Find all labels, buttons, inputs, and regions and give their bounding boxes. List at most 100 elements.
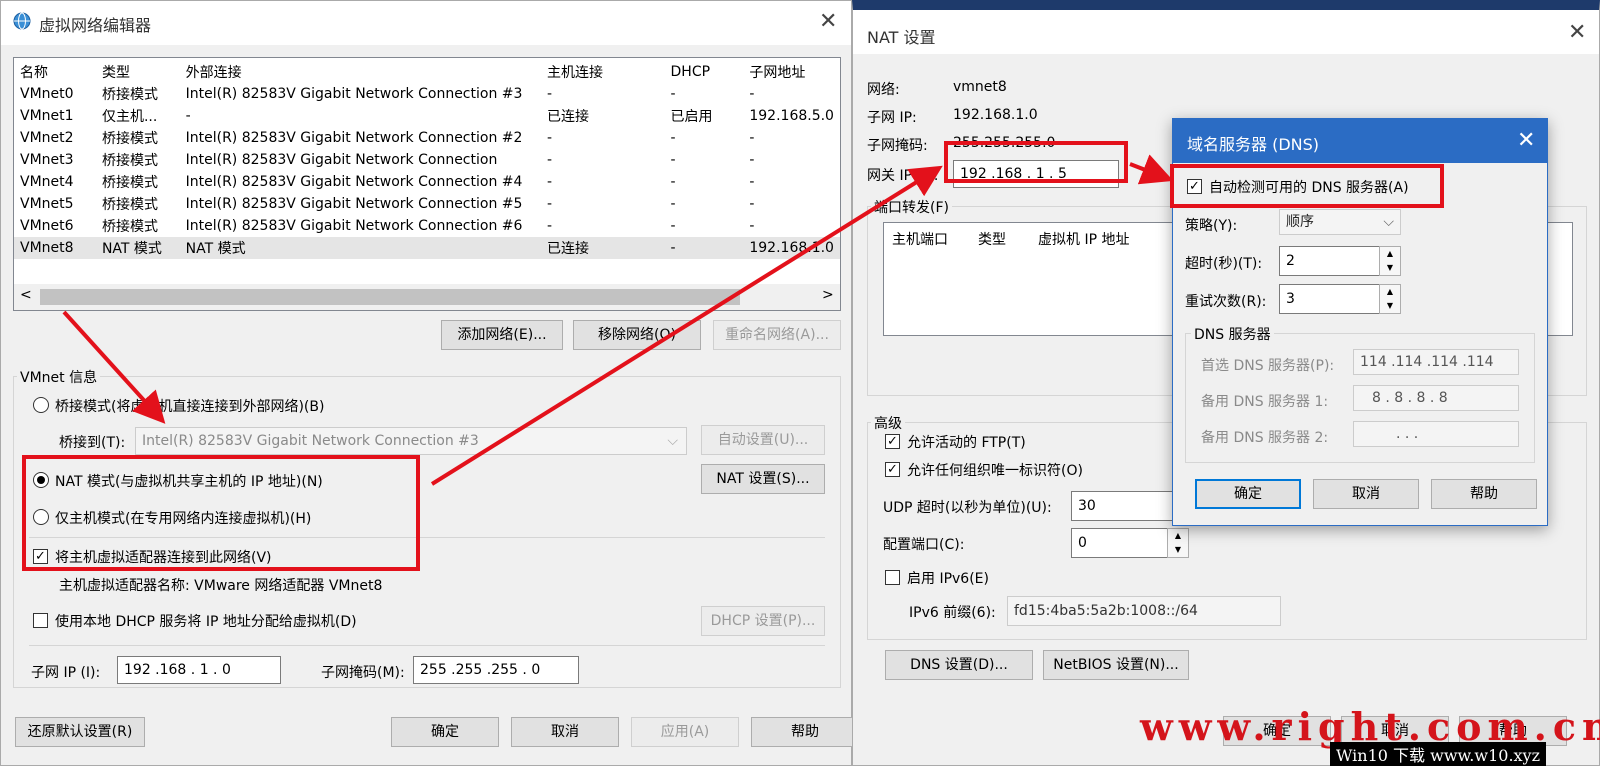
- allow-ftp-label[interactable]: 允许活动的 FTP(T): [907, 432, 1026, 452]
- pf-column-header[interactable]: 类型: [978, 229, 1006, 249]
- dhcp-settings-button[interactable]: DHCP 设置(P)...: [701, 606, 825, 636]
- table-cell: VMnet6: [20, 218, 74, 234]
- enable-ipv6-checkbox[interactable]: [885, 570, 900, 585]
- table-cell: -: [670, 196, 676, 212]
- alt1-dns-field[interactable]: 8 . 8 . 8 . 8: [1353, 385, 1519, 411]
- ok-button[interactable]: 确定: [391, 717, 499, 747]
- auto-settings-button[interactable]: 自动设置(U)...: [701, 425, 825, 455]
- table-cell: -: [546, 218, 553, 234]
- preferred-dns-field[interactable]: 114 .114 .114 .114: [1353, 349, 1519, 375]
- subnet-ip-field[interactable]: 192 .168 . 1 . 0: [117, 656, 281, 684]
- preferred-dns-label: 首选 DNS 服务器(P):: [1201, 358, 1335, 374]
- retry-spinner[interactable]: ▲ ▼: [1379, 284, 1401, 314]
- remove-network-button[interactable]: 移除网络(O): [573, 320, 701, 350]
- help-button[interactable]: 帮助: [1431, 479, 1537, 509]
- scroll-right-icon[interactable]: >: [822, 287, 834, 303]
- table-row[interactable]: VMnet1 仅主机... - 已连接 已启用 192.168.5.0: [14, 105, 840, 127]
- globe-icon: [13, 12, 31, 30]
- table-cell: 桥接模式: [101, 219, 158, 235]
- bridge-to-select[interactable]: Intel(R) 82583V Gigabit Network Connecti…: [135, 427, 687, 455]
- table-row[interactable]: VMnet4 桥接模式 Intel(R) 82583V Gigabit Networ…: [14, 171, 840, 193]
- table-cell: Intel(R) 82583V Gigabit Network Connecti…: [185, 196, 523, 212]
- scrollbar-thumb[interactable]: [40, 289, 740, 305]
- enable-ipv6-label[interactable]: 启用 IPv6(E): [907, 568, 989, 588]
- nat-titlebar: NAT 设置 ✕: [853, 10, 1599, 54]
- use-dhcp-label[interactable]: 使用本地 DHCP 服务将 IP 地址分配给虚拟机(D): [55, 611, 357, 631]
- table-cell: VMnet4: [20, 174, 74, 190]
- advanced-title: 高级: [871, 413, 905, 433]
- table-cell: -: [749, 218, 755, 234]
- dns-settings-button[interactable]: DNS 设置(D)...: [885, 650, 1033, 680]
- rename-network-button[interactable]: 重命名网络(A)...: [713, 320, 841, 350]
- table-cell: -: [749, 196, 755, 212]
- allow-ftp-checkbox[interactable]: ✓: [885, 434, 900, 449]
- udp-timeout-label: UDP 超时(以秒为单位)(U):: [883, 500, 1052, 516]
- close-icon[interactable]: ✕: [1568, 22, 1586, 44]
- alt2-dns-label: 备用 DNS 服务器 2:: [1201, 430, 1329, 446]
- dns-titlebar: 域名服务器 (DNS) ✕: [1173, 119, 1547, 163]
- dns-title: 域名服务器 (DNS): [1187, 135, 1320, 154]
- table-row[interactable]: VMnet5 桥接模式 Intel(R) 82583V Gigabit Networ…: [14, 193, 840, 215]
- ipv6-prefix-field[interactable]: fd15:4ba5:5a2b:1008::/64: [1007, 596, 1281, 626]
- close-icon[interactable]: ✕: [1517, 130, 1535, 152]
- table-row[interactable]: VMnet0 桥接模式 Intel(R) 82583V Gigabit Networ…: [14, 83, 840, 105]
- horizontal-scrollbar[interactable]: < >: [14, 284, 840, 310]
- table-row[interactable]: VMnet6 桥接模式 Intel(R) 82583V Gigabit Networ…: [14, 215, 840, 237]
- config-port-spinner[interactable]: ▲ ▼: [1167, 528, 1189, 558]
- close-icon[interactable]: ✕: [819, 11, 837, 33]
- cancel-button[interactable]: 取消: [511, 717, 619, 747]
- column-header[interactable]: 子网地址: [743, 61, 840, 83]
- netbios-settings-button[interactable]: NetBIOS 设置(N)...: [1043, 650, 1189, 680]
- vne-titlebar: 虚拟网络编辑器 ✕: [1, 1, 851, 45]
- table-cell: 桥接模式: [101, 87, 158, 103]
- table-cell: -: [546, 130, 553, 146]
- allow-oui-checkbox[interactable]: ✓: [885, 462, 900, 477]
- column-header[interactable]: 主机连接: [541, 61, 665, 83]
- table-cell: NAT 模式: [185, 241, 246, 257]
- table-cell: Intel(R) 82583V Gigabit Network Connecti…: [185, 152, 498, 168]
- table-cell: Intel(R) 82583V Gigabit Network Connecti…: [185, 86, 523, 102]
- vne-title: 虚拟网络编辑器: [39, 16, 152, 35]
- pf-column-header[interactable]: 主机端口: [892, 229, 948, 249]
- table-cell: -: [670, 152, 676, 168]
- bridge-to-value: Intel(R) 82583V Gigabit Network Connecti…: [142, 433, 479, 449]
- pf-column-header[interactable]: 虚拟机 IP 地址: [1038, 229, 1129, 249]
- table-cell: -: [546, 86, 553, 102]
- retry-label: 重试次数(R):: [1185, 294, 1267, 310]
- column-header[interactable]: 类型: [96, 61, 180, 83]
- nat-settings-button[interactable]: NAT 设置(S)...: [701, 464, 825, 494]
- bridge-mode-radio[interactable]: [33, 397, 49, 413]
- ok-button[interactable]: 确定: [1195, 479, 1301, 509]
- allow-oui-label[interactable]: 允许任何组织唯一标识符(O): [907, 460, 1083, 480]
- subnet-mask-field[interactable]: 255 .255 .255 . 0: [413, 656, 579, 684]
- table-cell: VMnet3: [20, 152, 74, 168]
- bridge-mode-label[interactable]: 桥接模式(将虚拟机直接连接到外部网络)(B): [55, 396, 324, 416]
- use-dhcp-checkbox[interactable]: [33, 613, 48, 628]
- nat-title: NAT 设置: [867, 28, 936, 47]
- table-row[interactable]: VMnet8 NAT 模式 NAT 模式 已连接 - 192.168.1.0: [14, 237, 840, 259]
- table-cell: 桥接模式: [101, 197, 158, 213]
- table-cell: -: [546, 174, 553, 190]
- adapter-name-text: 主机虚拟适配器名称: VMware 网络适配器 VMnet8: [59, 578, 383, 594]
- table-cell: -: [185, 108, 191, 124]
- table-cell: -: [749, 86, 755, 102]
- column-header[interactable]: 名称: [14, 61, 96, 83]
- column-header[interactable]: 外部连接: [180, 61, 541, 83]
- help-button[interactable]: 帮助: [751, 717, 859, 747]
- timeout-spinner[interactable]: ▲ ▼: [1379, 246, 1401, 276]
- restore-defaults-button[interactable]: 还原默认设置(R): [15, 717, 145, 747]
- add-network-button[interactable]: 添加网络(E)...: [441, 320, 563, 350]
- cancel-button[interactable]: 取消: [1313, 479, 1419, 509]
- alt2-dns-field[interactable]: . . .: [1353, 421, 1519, 447]
- network-list[interactable]: 名称 类型 外部连接 主机连接 DHCP 子网地址 VMnet0 桥接模式 Inte…: [13, 57, 841, 311]
- column-header[interactable]: DHCP: [665, 61, 744, 83]
- table-row[interactable]: VMnet3 桥接模式 Intel(R) 82583V Gigabit Networ…: [14, 149, 840, 171]
- table-row[interactable]: VMnet2 桥接模式 Intel(R) 82583V Gigabit Networ…: [14, 127, 840, 149]
- table-cell: Intel(R) 82583V Gigabit Network Connecti…: [185, 130, 523, 146]
- apply-button[interactable]: 应用(A): [631, 717, 739, 747]
- scroll-left-icon[interactable]: <: [20, 287, 32, 303]
- table-cell: -: [670, 218, 676, 234]
- alt1-dns-label: 备用 DNS 服务器 1:: [1201, 394, 1329, 410]
- policy-select[interactable]: 顺序 ⌵: [1279, 209, 1401, 235]
- table-cell: -: [670, 240, 676, 256]
